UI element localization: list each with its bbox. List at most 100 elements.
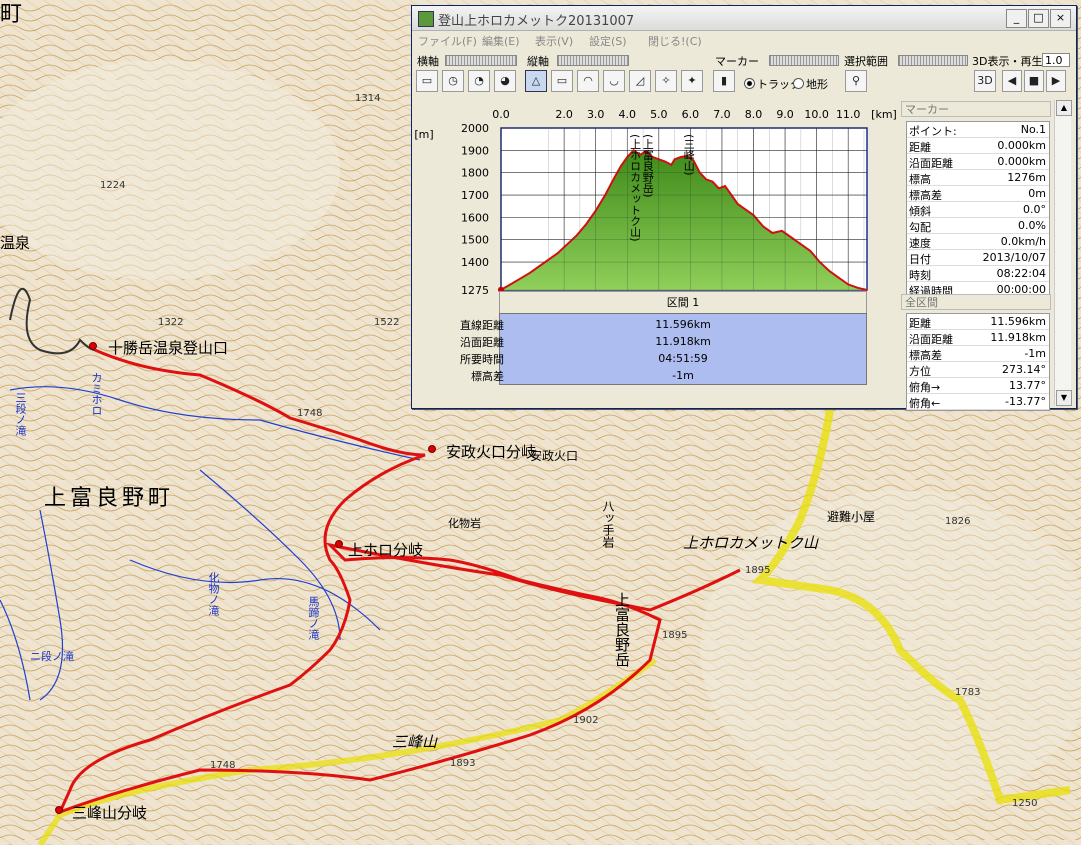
stat-key: 標高差 bbox=[909, 349, 942, 362]
timer-icon[interactable]: ◔ bbox=[468, 70, 490, 92]
map-label-anseikako: 安政火口 bbox=[530, 449, 579, 463]
stat-row: 時刻 08:22:04 bbox=[907, 266, 1049, 282]
total-table: 距離 11.596km 沿面距離 11.918km 標高差 -1m 方位 273.14° 俯角→… bbox=[906, 313, 1050, 411]
slope-icon[interactable]: ◿ bbox=[629, 70, 651, 92]
marker-pin-icon[interactable]: ▮ bbox=[713, 70, 735, 92]
waypoint-kamihoro-branch[interactable]: 上ホロ分岐 bbox=[348, 539, 423, 560]
vertical-axis-slider[interactable] bbox=[557, 55, 629, 66]
flat-profile-icon[interactable]: ▭ bbox=[551, 70, 573, 92]
stat-row: 距離 0.000km bbox=[907, 138, 1049, 154]
kamihoro-branch-marker-icon[interactable] bbox=[335, 540, 343, 548]
y-tick-label: 1700 bbox=[461, 189, 489, 202]
menu-file[interactable]: ファイル(F) bbox=[418, 33, 477, 49]
total-panel-title: 全区間 bbox=[901, 294, 1051, 310]
radio-terrain[interactable]: 地形 bbox=[793, 76, 828, 92]
y-tick-label: 1900 bbox=[461, 144, 489, 157]
info-value-surface: 11.918km bbox=[655, 335, 711, 348]
play-back-button[interactable]: ◀ bbox=[1002, 70, 1022, 92]
arc-profile-icon[interactable]: ◠ bbox=[577, 70, 599, 92]
title-bar[interactable]: 登山上ホロカメットク20131007 _ □ × bbox=[412, 6, 1076, 31]
waypoint-anseikako-branch[interactable]: 安政火口分岐 bbox=[446, 441, 536, 462]
x-tick-label: 11.0 bbox=[836, 108, 861, 121]
stat-value: 0.0% bbox=[1018, 219, 1046, 232]
vertical-scrollbar[interactable]: ▲ ▼ bbox=[1054, 100, 1072, 406]
curve-icon[interactable]: ◡ bbox=[603, 70, 625, 92]
close-button[interactable]: × bbox=[1050, 9, 1071, 28]
map-label-town: 上富良野町 bbox=[44, 486, 175, 511]
x-tick-label: 5.0 bbox=[650, 108, 668, 121]
waypoint-trailhead[interactable]: 十勝岳温泉登山口 bbox=[108, 337, 228, 358]
stat-value: 2013/10/07 bbox=[982, 251, 1046, 264]
x-tick-label: 0.0 bbox=[492, 108, 510, 121]
scroll-up-icon[interactable]: ▲ bbox=[1056, 100, 1072, 116]
maximize-button[interactable]: □ bbox=[1028, 9, 1049, 28]
info-value-straight: 11.596km bbox=[655, 318, 711, 331]
selection-pin-icon[interactable]: ⚲ bbox=[845, 70, 867, 92]
fit-width-icon[interactable]: ▭ bbox=[416, 70, 438, 92]
stat-key: 距離 bbox=[909, 317, 931, 330]
snap-start-icon[interactable]: ✧ bbox=[655, 70, 677, 92]
elevation-label: 1783 bbox=[955, 687, 981, 698]
stat-key: ポイント: bbox=[909, 125, 957, 138]
stats-panel: マーカー ポイント: No.1 距離 0.000km 沿面距離 0.000km 標高 1276… bbox=[899, 99, 1073, 411]
menu-view[interactable]: 表示(V) bbox=[535, 33, 573, 49]
elevation-label: 1826 bbox=[945, 516, 971, 527]
mountain-profile-icon[interactable]: △ bbox=[525, 70, 547, 92]
stream-label: カミホロ bbox=[90, 372, 103, 416]
stop-button[interactable]: ■ bbox=[1024, 70, 1044, 92]
menu-settings[interactable]: 設定(S) bbox=[589, 33, 627, 49]
x-tick-label: 7.0 bbox=[713, 108, 731, 121]
stat-key: 沿面距離 bbox=[909, 333, 953, 346]
peak-annotation: (上富良野岳) bbox=[641, 134, 654, 198]
scroll-down-icon[interactable]: ▼ bbox=[1056, 390, 1072, 406]
stat-row: 標高差 0m bbox=[907, 186, 1049, 202]
info-label-duration: 所要時間 bbox=[460, 353, 504, 366]
stat-value: 08:22:04 bbox=[996, 267, 1046, 280]
stat-value: 0.0km/h bbox=[1000, 235, 1046, 248]
selection-slider[interactable] bbox=[898, 55, 968, 66]
elevation-profile-chart[interactable]: 0.0 2.0 3.0 4.0 5.0 6.0 7.0 8.0 9.0 10.0 11.0 2000 1… bbox=[412, 100, 898, 310]
stat-row: 沿面距離 11.918km bbox=[907, 330, 1049, 346]
map-label-hut: 避難小屋 bbox=[827, 510, 876, 524]
pie-icon[interactable]: ◕ bbox=[494, 70, 516, 92]
stat-key: 距離 bbox=[909, 141, 931, 154]
marker-slider[interactable] bbox=[769, 55, 839, 66]
view3d-label: 3D表示・再生 bbox=[972, 55, 1043, 68]
zoom-input[interactable]: 1.0 bbox=[1042, 53, 1070, 67]
toolbar: 横軸 縦軸 マーカー 選択範囲 3D表示・再生 1.0 ▭ ◷ ◔ ◕ △ ▭ … bbox=[412, 50, 1076, 98]
profile-window[interactable]: 登山上ホロカメットク20131007 _ □ × ファイル(F) 編集(E) 表… bbox=[411, 5, 1077, 411]
x-tick-label: 10.0 bbox=[804, 108, 829, 121]
map-label-onsen: 温泉 bbox=[0, 234, 31, 252]
section-info-box: 11.596km 11.918km 04:51:59 -1m bbox=[499, 313, 867, 385]
stat-row: 俯角← -13.77° bbox=[907, 394, 1049, 410]
menu-close[interactable]: 閉じる!(C) bbox=[648, 33, 702, 49]
view-3d-icon[interactable]: 3D bbox=[974, 70, 996, 92]
elevation-label: 1522 bbox=[374, 317, 400, 328]
sanpozan-branch-marker-icon[interactable] bbox=[55, 806, 63, 814]
menu-edit[interactable]: 編集(E) bbox=[482, 33, 520, 49]
stat-value: 11.596km bbox=[990, 315, 1046, 328]
snap-end-icon[interactable]: ✦ bbox=[681, 70, 703, 92]
marker-label: マーカー bbox=[715, 55, 759, 68]
stat-value: 0.0° bbox=[1023, 203, 1046, 216]
map-label-kaseki: 化物岩 bbox=[448, 517, 481, 530]
minimize-button[interactable]: _ bbox=[1006, 9, 1027, 28]
play-button[interactable]: ▶ bbox=[1046, 70, 1066, 92]
elevation-label: 1224 bbox=[100, 180, 126, 191]
horizontal-axis-slider[interactable] bbox=[445, 55, 517, 66]
peak-annotation: (上ホロカメットク山) bbox=[629, 134, 642, 242]
info-label-elevation-diff: 標高差 bbox=[471, 370, 504, 383]
anseikako-marker-icon[interactable] bbox=[428, 445, 436, 453]
window-title: 登山上ホロカメットク20131007 bbox=[438, 14, 635, 29]
app-icon bbox=[418, 11, 434, 27]
stat-row: ポイント: No.1 bbox=[907, 122, 1049, 138]
stat-value: -1m bbox=[1024, 347, 1046, 360]
x-tick-label: 8.0 bbox=[745, 108, 763, 121]
stat-row: 勾配 0.0% bbox=[907, 218, 1049, 234]
trailhead-marker-icon[interactable] bbox=[89, 342, 97, 350]
stat-value: 11.918km bbox=[990, 331, 1046, 344]
waypoint-sanpozan-branch[interactable]: 三峰山分岐 bbox=[72, 802, 147, 823]
elevation-label: 1893 bbox=[450, 758, 476, 769]
clock-icon[interactable]: ◷ bbox=[442, 70, 464, 92]
stat-value: 0m bbox=[1028, 187, 1046, 200]
